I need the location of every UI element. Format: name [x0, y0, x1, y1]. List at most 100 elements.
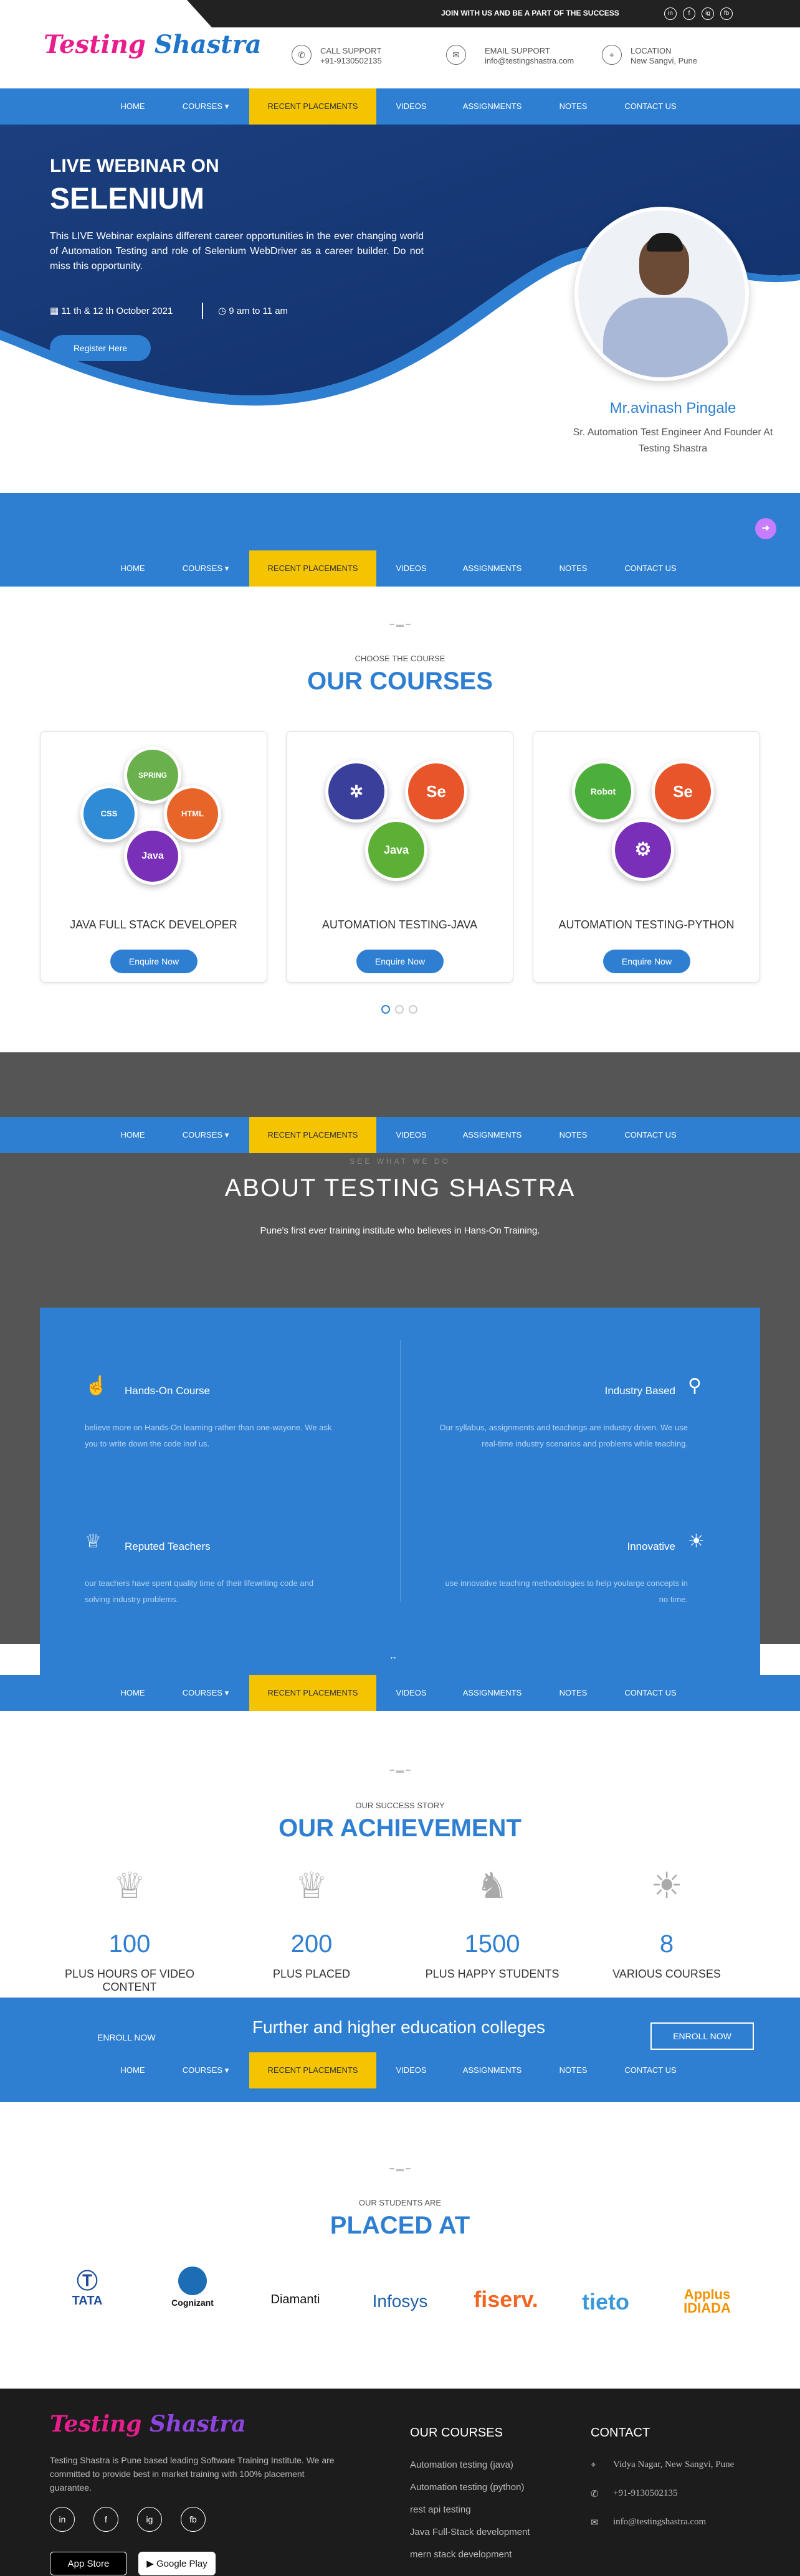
nav-notes[interactable]: NOTES — [548, 550, 598, 587]
facebook-icon[interactable]: f — [93, 2507, 118, 2532]
carousel-dot-active[interactable] — [381, 1005, 390, 1014]
hero-time-text: 9 am to 11 am — [229, 306, 288, 316]
nav-contact-us[interactable]: CONTACT US — [613, 1117, 688, 1153]
main-nav-sticky-2: HOME COURSES ▾ RECENT PLACEMENTS VIDEOS … — [0, 1117, 800, 1153]
nav-home[interactable]: HOME — [110, 1117, 156, 1153]
linkedin-icon[interactable]: in — [50, 2507, 75, 2532]
top-bar-message: JOIN WITH US AND BE A PART OF THE SUCCES… — [441, 9, 619, 17]
course-card-java-fullstack[interactable]: SPRING CSS HTML Java JAVA FULL STACK DEV… — [40, 731, 267, 983]
feature-text: believe more on Hands-On learning rather… — [85, 1423, 332, 1448]
main-nav-sticky-3: HOME COURSES ▾ RECENT PLACEMENTS VIDEOS … — [0, 1675, 800, 1711]
carousel-dot[interactable] — [395, 1005, 404, 1014]
email-support-value[interactable]: info@testingshastra.com — [485, 56, 574, 66]
section-divider-icon: ━ ▬ ━ — [389, 1766, 411, 1775]
java-badge: Java — [124, 828, 181, 885]
site-logo[interactable]: Testing Shastra — [44, 30, 262, 59]
enquire-now-button[interactable]: Enquire Now — [356, 950, 444, 973]
course-card-automation-java[interactable]: ✲ Se Java AUTOMATION TESTING-JAVA Enquir… — [286, 731, 513, 983]
nav-videos[interactable]: VIDEOS — [386, 2052, 436, 2088]
instagram-icon[interactable]: ig — [137, 2507, 162, 2532]
stat-label: PLUS HOURS OF VIDEO CONTENT — [64, 1968, 195, 1993]
footer-course-link[interactable]: Automation testing (java) — [410, 2460, 513, 2470]
nav-courses[interactable]: COURSES ▾ — [171, 1117, 240, 1153]
speaker-title: Sr. Automation Test Engineer And Founder… — [573, 427, 773, 454]
about-features-panel: ☝ Hands-On Course believe more on Hands-… — [40, 1308, 760, 1675]
courses-title: OUR COURSES — [307, 668, 493, 695]
nav-contact-us[interactable]: CONTACT US — [613, 88, 688, 125]
footer-course-link[interactable]: Automation testing (python) — [410, 2482, 524, 2493]
scroll-top-icon[interactable]: ➜ — [755, 518, 776, 539]
nav-assignments[interactable]: ASSIGNMENTS — [449, 1117, 536, 1153]
main-nav-sticky-1: HOME COURSES ▾ RECENT PLACEMENTS VIDEOS … — [0, 550, 800, 587]
nav-notes[interactable]: NOTES — [548, 2052, 598, 2088]
feature-title: Industry Based — [604, 1385, 675, 1397]
nav-assignments[interactable]: ASSIGNMENTS — [449, 550, 536, 587]
app-store-button[interactable]: App Store — [50, 2552, 127, 2575]
nav-recent-placements[interactable]: RECENT PLACEMENTS — [249, 88, 376, 125]
linkedin-icon[interactable]: in — [664, 7, 677, 20]
nav-courses[interactable]: COURSES ▾ — [171, 1675, 240, 1711]
footer-email[interactable]: info@testingshastra.com — [613, 2517, 706, 2527]
nav-videos[interactable]: VIDEOS — [386, 88, 436, 125]
nav-assignments[interactable]: ASSIGNMENTS — [449, 2052, 536, 2088]
tieto-logo: tieto — [582, 2289, 629, 2314]
footer-course-link[interactable]: rest api testing — [410, 2504, 471, 2515]
facebook-page-icon[interactable]: fb — [720, 7, 733, 20]
nav-videos[interactable]: VIDEOS — [386, 1117, 436, 1153]
nav-home[interactable]: HOME — [110, 550, 156, 587]
phone-icon: ✆ — [591, 2489, 599, 2499]
instagram-icon[interactable]: ig — [702, 7, 714, 20]
hero-webinar: LIVE WEBINAR ON SELENIUM This LIVE Webin… — [0, 125, 800, 498]
nav-courses[interactable]: COURSES ▾ — [171, 88, 240, 125]
facebook-page-icon[interactable]: fb — [181, 2507, 206, 2532]
facebook-icon[interactable]: f — [683, 7, 695, 20]
nav-contact-us[interactable]: CONTACT US — [613, 550, 688, 587]
nav-notes[interactable]: NOTES — [548, 1117, 598, 1153]
magnifier-icon: ⚲ — [688, 1375, 702, 1396]
nav-videos[interactable]: VIDEOS — [386, 1675, 436, 1711]
location-label: LOCATION — [631, 46, 672, 55]
nav-recent-placements[interactable]: RECENT PLACEMENTS — [249, 2052, 376, 2088]
nav-home[interactable]: HOME — [110, 1675, 156, 1711]
speaker-photo — [574, 207, 749, 381]
stat-number: 100 — [108, 1930, 151, 1958]
nav-videos[interactable]: VIDEOS — [386, 550, 436, 587]
nav-courses[interactable]: COURSES ▾ — [171, 2052, 240, 2088]
enquire-now-button[interactable]: Enquire Now — [603, 950, 690, 973]
nav-notes[interactable]: NOTES — [548, 1675, 598, 1711]
call-support-value[interactable]: +91-9130502135 — [320, 56, 382, 66]
feature-title: Innovative — [627, 1540, 676, 1552]
nav-recent-placements[interactable]: RECENT PLACEMENTS — [249, 1117, 376, 1153]
nav-home[interactable]: HOME — [110, 88, 156, 125]
selenium-badge: Se — [405, 760, 467, 823]
html-badge: HTML — [164, 785, 221, 842]
play-icon: ▶ — [146, 2559, 156, 2569]
carousel-dot[interactable] — [409, 1005, 417, 1014]
footer-course-link[interactable]: Java Full-Stack development — [410, 2527, 530, 2537]
footer-phone[interactable]: +91-9130502135 — [613, 2488, 677, 2499]
fiserv-logo: fiserv. — [474, 2286, 538, 2312]
enroll-now-button[interactable]: ENROLL NOW — [650, 2022, 754, 2050]
nav-recent-placements[interactable]: RECENT PLACEMENTS — [249, 550, 376, 587]
nav-contact-us[interactable]: CONTACT US — [613, 2052, 688, 2088]
chevron-down-icon: ▾ — [224, 1130, 229, 1139]
footer-course-link[interactable]: mern stack development — [410, 2549, 512, 2560]
enquire-now-button[interactable]: Enquire Now — [110, 950, 198, 973]
nav-contact-us[interactable]: CONTACT US — [613, 1675, 688, 1711]
stat-number: 8 — [659, 1930, 674, 1958]
nav-assignments[interactable]: ASSIGNMENTS — [449, 88, 536, 125]
course-card-automation-python[interactable]: Robot Se ⚙ AUTOMATION TESTING-PYTHON Enq… — [533, 731, 760, 983]
nav-courses[interactable]: COURSES ▾ — [171, 550, 240, 587]
nav-home[interactable]: HOME — [110, 2052, 156, 2088]
nav-notes[interactable]: NOTES — [548, 88, 598, 125]
register-button[interactable]: Register Here — [50, 335, 151, 361]
chess-knight-icon: ♞ — [476, 1866, 508, 1906]
nav-recent-placements[interactable]: RECENT PLACEMENTS — [249, 1675, 376, 1711]
google-play-button[interactable]: ▶ Google Play — [138, 2552, 216, 2575]
nav-courses-label: COURSES — [182, 2065, 223, 2075]
footer-logo[interactable]: Testing Shastra — [50, 2411, 246, 2437]
arrows-icon: ↔ — [389, 1651, 398, 1661]
lightbulb-icon: ☀ — [688, 1531, 705, 1552]
nav-assignments[interactable]: ASSIGNMENTS — [449, 1675, 536, 1711]
chevron-down-icon: ▾ — [224, 2065, 229, 2075]
